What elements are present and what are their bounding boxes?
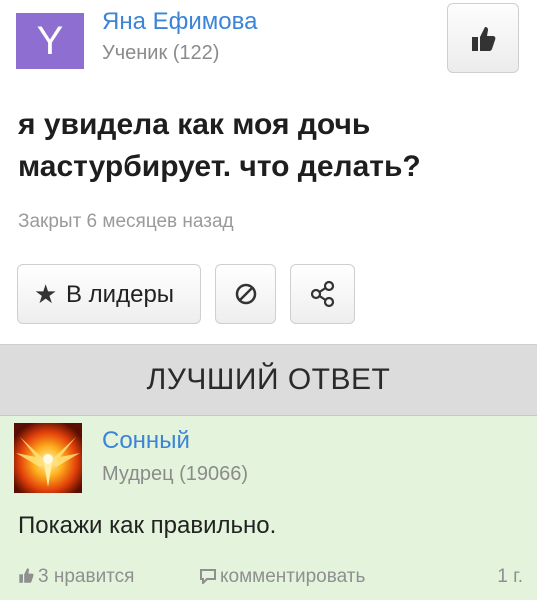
comment-button[interactable]: комментировать (200, 566, 365, 588)
to-leaders-button[interactable]: ★ В лидеры (17, 264, 201, 324)
thumbs-up-icon (472, 27, 496, 51)
question-title: я увидела как моя дочь мастурбирует. что… (18, 108, 421, 183)
question-author-name[interactable]: Яна Ефимова (102, 8, 257, 36)
like-question-button[interactable] (447, 3, 519, 73)
answer-text: Покажи как правильно. (18, 512, 277, 539)
comment-icon (200, 569, 216, 586)
likes-count: 3 нравится (38, 566, 135, 587)
question-author-rank: Ученик (122) (102, 42, 220, 64)
thumbs-up-icon (19, 568, 34, 583)
answer-age: 1 г. (497, 566, 523, 587)
share-icon (310, 280, 335, 308)
to-leaders-label: В лидеры (66, 281, 175, 308)
question-section: Y Яна Ефимова Ученик (122) я увидела как… (0, 0, 537, 344)
comment-label: комментировать (220, 566, 366, 587)
block-icon (235, 283, 257, 305)
best-answer-section: Сонный Мудрец (19066) Покажи как правиль… (0, 416, 537, 600)
question-author-avatar[interactable]: Y (16, 13, 84, 69)
star-icon: ★ (34, 279, 58, 309)
phoenix-avatar[interactable] (14, 423, 82, 493)
answer-footer: 3 нравится комментировать 1 г. (0, 562, 537, 592)
question-status: Закрыт 6 месяцев назад (18, 211, 234, 232)
best-answer-header: ЛУЧШИЙ ОТВЕТ (0, 344, 537, 416)
answer-like-button[interactable]: 3 нравится (18, 566, 134, 588)
share-button[interactable] (290, 264, 355, 324)
answer-author-name[interactable]: Сонный (102, 427, 190, 455)
report-button[interactable] (215, 264, 276, 324)
answer-author-rank: Мудрец (19066) (102, 463, 249, 485)
